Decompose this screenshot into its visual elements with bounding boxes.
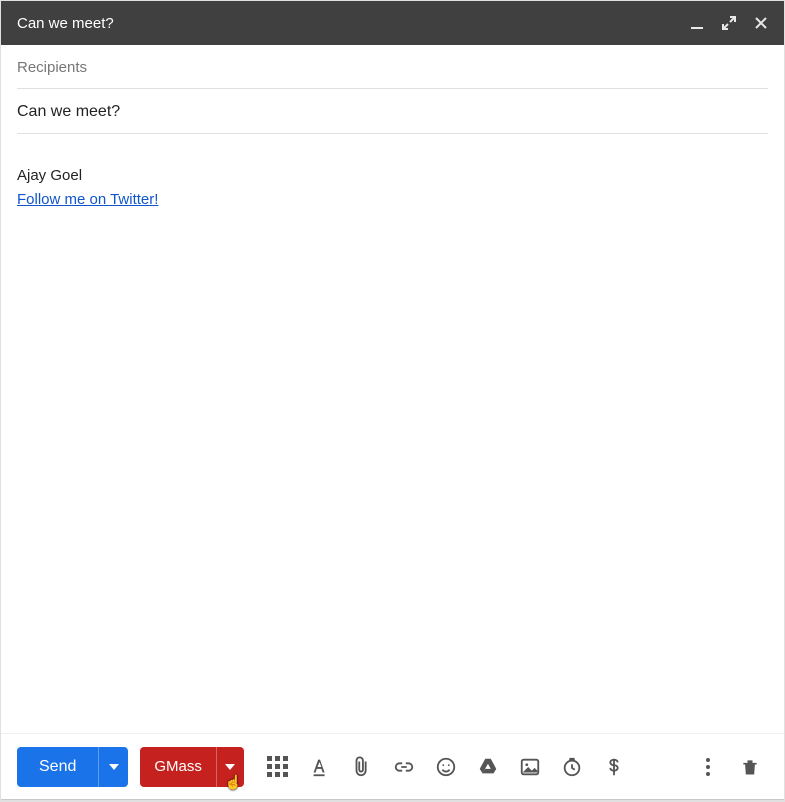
chevron-down-icon: [225, 764, 235, 770]
attach-icon[interactable]: [344, 749, 380, 785]
gmass-dropdown-button[interactable]: ☝: [216, 747, 244, 787]
link-icon[interactable]: [386, 749, 422, 785]
gmass-button-group: GMass ☝: [140, 747, 244, 787]
subject-field[interactable]: Can we meet?: [17, 89, 768, 134]
compose-window: Can we meet? Recipients Can we meet? Aja…: [0, 0, 785, 802]
emoji-icon[interactable]: [428, 749, 464, 785]
email-body[interactable]: Ajay Goel Follow me on Twitter!: [1, 134, 784, 733]
header-fields: Recipients Can we meet?: [1, 45, 784, 134]
apps-grid-icon[interactable]: [260, 749, 296, 785]
recipients-placeholder: Recipients: [17, 59, 87, 76]
formatting-icon[interactable]: [302, 749, 338, 785]
dollar-icon[interactable]: [596, 749, 632, 785]
send-dropdown-button[interactable]: [98, 747, 128, 787]
compose-toolbar: Send GMass ☝: [1, 733, 784, 799]
subject-text: Can we meet?: [17, 103, 120, 120]
confidential-mode-icon[interactable]: [554, 749, 590, 785]
send-button-group: Send: [17, 747, 128, 787]
titlebar: Can we meet?: [1, 1, 784, 45]
cursor-pointer-icon: ☝: [224, 774, 241, 791]
minimize-icon[interactable]: [690, 16, 704, 30]
more-options-icon[interactable]: [690, 749, 726, 785]
window-controls: [690, 16, 768, 30]
fullscreen-icon[interactable]: [722, 16, 736, 30]
drive-icon[interactable]: [470, 749, 506, 785]
bottom-edge: [1, 799, 784, 801]
image-icon[interactable]: [512, 749, 548, 785]
signature-name: Ajay Goel: [17, 164, 768, 188]
recipients-field[interactable]: Recipients: [17, 45, 768, 89]
trash-icon[interactable]: [732, 749, 768, 785]
close-icon[interactable]: [754, 16, 768, 30]
twitter-link[interactable]: Follow me on Twitter!: [17, 191, 158, 208]
gmass-button[interactable]: GMass: [140, 747, 216, 787]
send-button[interactable]: Send: [17, 747, 98, 787]
window-title: Can we meet?: [17, 15, 114, 32]
chevron-down-icon: [109, 764, 119, 770]
